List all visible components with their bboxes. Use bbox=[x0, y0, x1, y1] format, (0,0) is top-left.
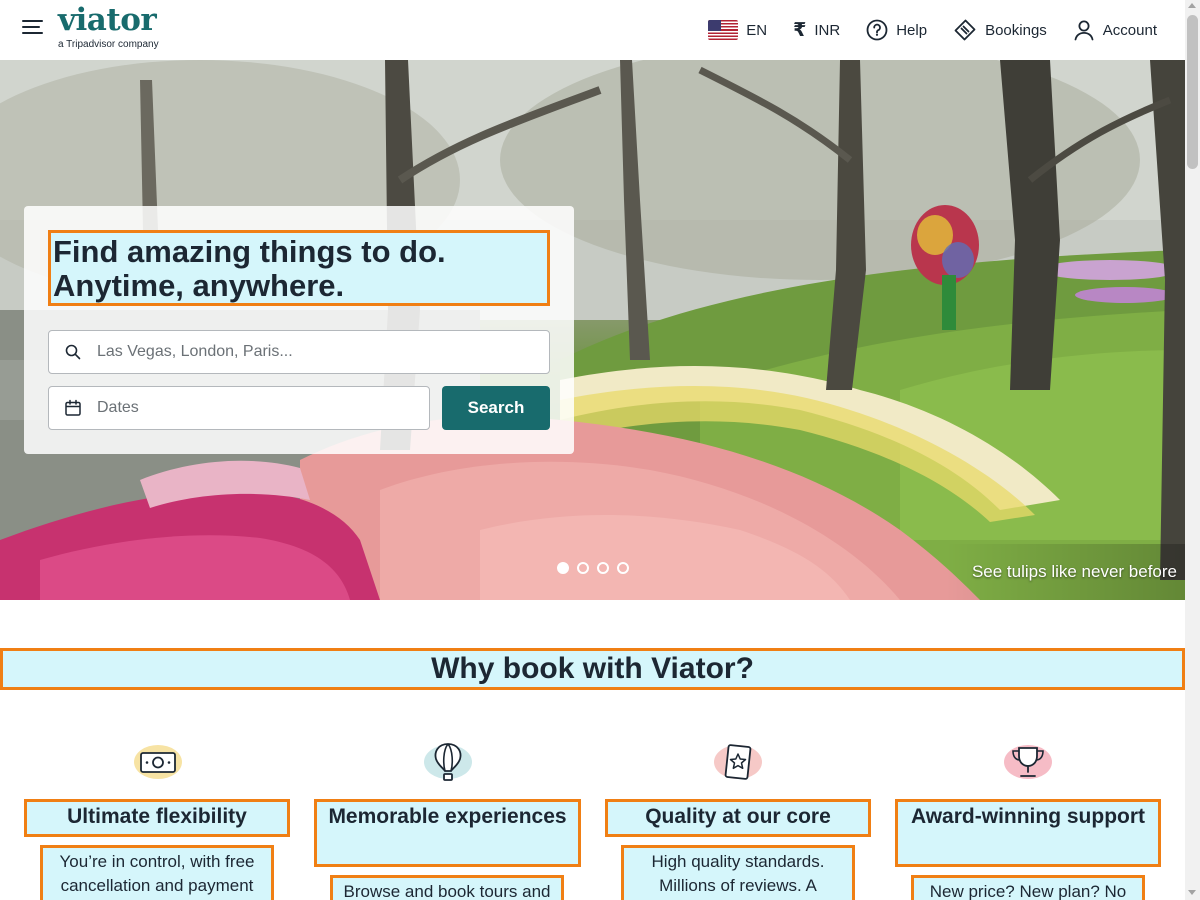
hero-banner: Find amazing things to do. Anytime, anyw… bbox=[0, 60, 1185, 600]
feature-desc-support: New price? New plan? No bbox=[911, 875, 1145, 900]
hamburger-menu-icon[interactable] bbox=[22, 20, 44, 38]
carousel-dot-4[interactable] bbox=[617, 562, 629, 574]
us-flag-icon bbox=[708, 20, 739, 40]
carousel-dot-3[interactable] bbox=[597, 562, 609, 574]
dates-input[interactable] bbox=[97, 399, 429, 417]
currency-selector[interactable]: ₹ INR bbox=[793, 19, 840, 42]
help-label: Help bbox=[896, 21, 928, 39]
carousel-dots bbox=[557, 562, 637, 574]
help-link[interactable]: Help bbox=[866, 19, 927, 41]
why-book-title: Why book with Viator? bbox=[0, 648, 1185, 690]
hot-air-balloon-icon bbox=[422, 740, 474, 784]
bookings-link[interactable]: Bookings bbox=[953, 18, 1047, 42]
page-scrollbar[interactable] bbox=[1185, 0, 1200, 900]
trophy-icon bbox=[1002, 740, 1054, 784]
carousel-dot-2[interactable] bbox=[577, 562, 589, 574]
bookings-label: Bookings bbox=[985, 21, 1047, 39]
calendar-icon bbox=[49, 399, 97, 417]
account-link[interactable]: Account bbox=[1073, 19, 1157, 41]
hero-title-line2: Anytime, anywhere. bbox=[53, 268, 345, 303]
rupee-icon: ₹ bbox=[793, 19, 807, 41]
hero-caption[interactable]: See tulips like never before bbox=[972, 562, 1177, 582]
logo-wordmark: viator bbox=[58, 2, 157, 38]
feature-title-memorable: Memorable experiences bbox=[314, 799, 581, 867]
scroll-down-icon[interactable] bbox=[1188, 890, 1196, 895]
feature-title-flexibility: Ultimate flexibility bbox=[24, 799, 290, 837]
scroll-up-icon[interactable] bbox=[1188, 3, 1196, 8]
feature-desc-flexibility: You’re in control, with free cancellatio… bbox=[40, 845, 274, 900]
feature-title-support: Award-winning support bbox=[895, 799, 1161, 867]
hero-title-line1: Find amazing things to do. bbox=[53, 234, 446, 269]
viator-logo[interactable]: viator a Tripadvisor company bbox=[58, 2, 159, 50]
search-icon bbox=[49, 344, 97, 360]
help-icon bbox=[866, 19, 888, 41]
feature-desc-quality: High quality standards. Millions of revi… bbox=[621, 845, 855, 900]
user-icon bbox=[1073, 19, 1095, 41]
badge-star-icon bbox=[712, 740, 764, 784]
destination-search-field[interactable] bbox=[48, 330, 550, 374]
currency-label: INR bbox=[814, 21, 841, 39]
feature-title-quality: Quality at our core bbox=[605, 799, 871, 837]
language-selector[interactable]: EN bbox=[708, 20, 767, 40]
search-button[interactable]: Search bbox=[442, 386, 550, 430]
ticket-icon bbox=[953, 18, 977, 42]
language-label: EN bbox=[746, 21, 768, 39]
money-icon bbox=[132, 740, 184, 784]
dates-field[interactable] bbox=[48, 386, 430, 430]
carousel-dot-1[interactable] bbox=[557, 562, 569, 574]
scrollbar-thumb[interactable] bbox=[1187, 15, 1198, 169]
hero-title: Find amazing things to do. Anytime, anyw… bbox=[48, 230, 550, 306]
search-card: Find amazing things to do. Anytime, anyw… bbox=[24, 206, 574, 454]
destination-search-input[interactable] bbox=[97, 343, 549, 361]
site-header: viator a Tripadvisor company EN ₹ INR He… bbox=[0, 0, 1185, 60]
feature-desc-memorable: Browse and book tours and bbox=[330, 875, 564, 900]
logo-tagline: a Tripadvisor company bbox=[58, 39, 159, 50]
account-label: Account bbox=[1102, 21, 1157, 39]
header-nav: EN ₹ INR Help Bookings Account bbox=[682, 0, 1157, 60]
